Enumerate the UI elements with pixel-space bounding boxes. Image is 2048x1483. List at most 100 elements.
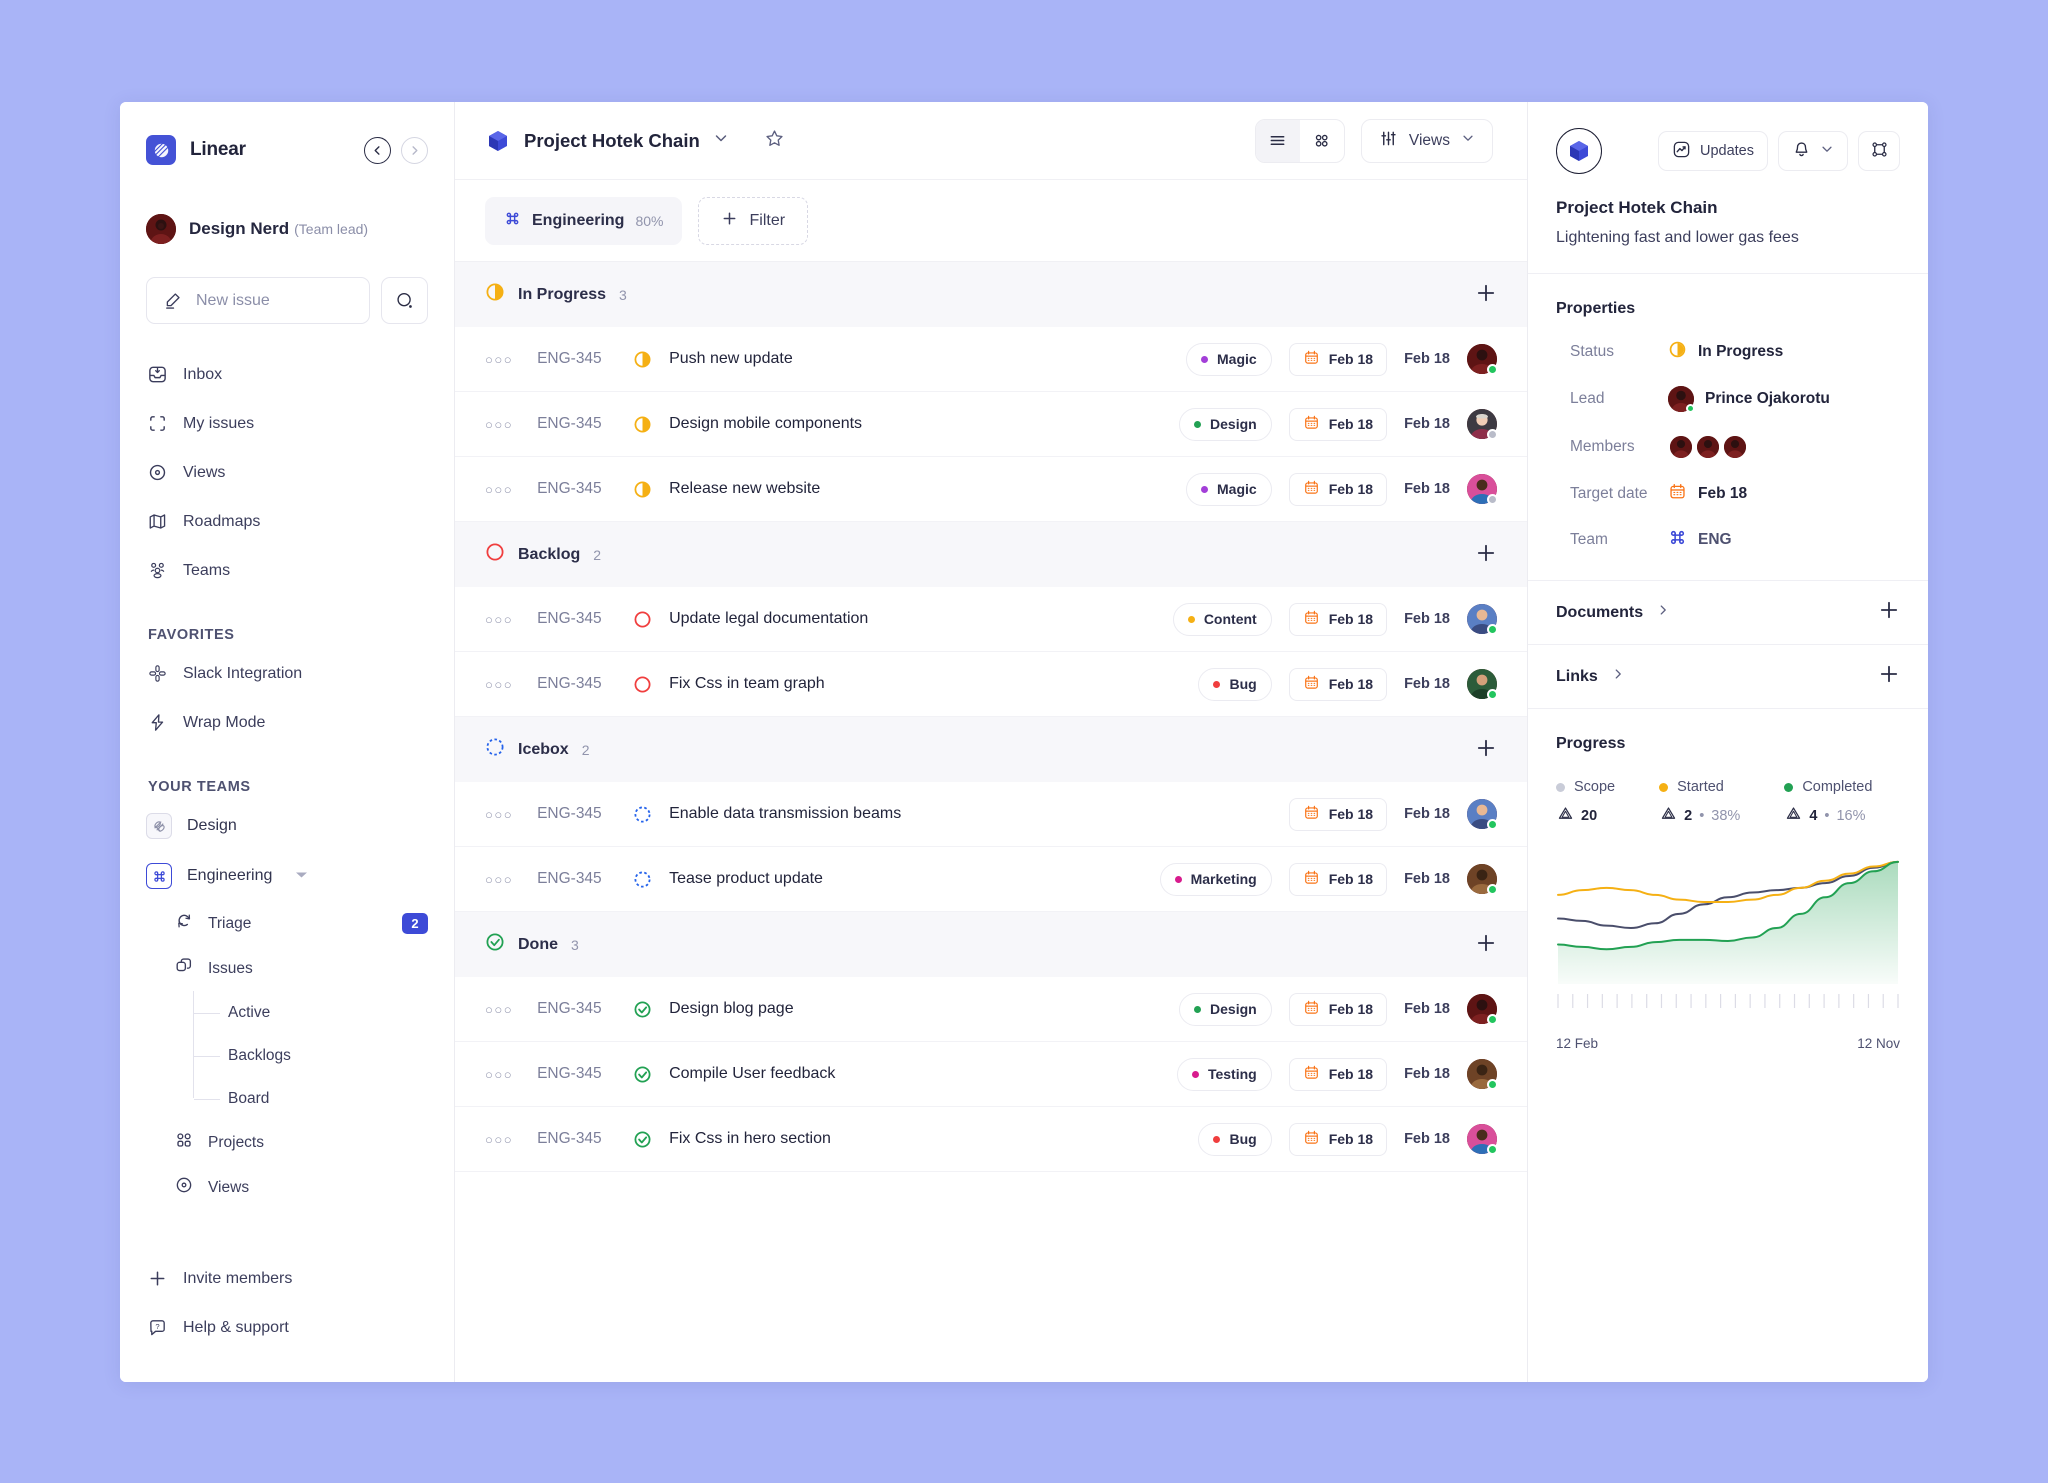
sidebar-item-teams[interactable]: Teams xyxy=(146,546,428,595)
list-view-icon[interactable] xyxy=(1255,119,1300,162)
issue-label-tag[interactable]: Testing xyxy=(1176,1057,1272,1091)
sidebar-item-triage[interactable]: Triage 2 xyxy=(146,901,428,946)
sidebar-item-roadmaps[interactable]: Roadmaps xyxy=(146,497,428,546)
property-value-target-date[interactable]: Feb 18 xyxy=(1668,482,1747,506)
property-value-team[interactable]: ENG xyxy=(1668,528,1732,552)
table-row[interactable]: ○○○ ENG-345 Fix Css in team graph Bug Feb 18… xyxy=(455,652,1527,717)
drag-handle-icon[interactable]: ○○○ xyxy=(485,612,513,627)
nav-back-button[interactable] xyxy=(364,136,391,164)
add-issue-button[interactable] xyxy=(1475,542,1497,568)
table-row[interactable]: ○○○ ENG-345 Design blog page Design Feb 18 Fe… xyxy=(455,977,1527,1042)
drag-handle-icon[interactable]: ○○○ xyxy=(485,807,513,822)
avatar[interactable] xyxy=(1467,1124,1498,1155)
issue-status-icon[interactable] xyxy=(631,1065,653,1084)
avatar[interactable] xyxy=(1467,994,1498,1025)
issue-date-chip[interactable]: Feb 18 xyxy=(1288,797,1388,831)
issue-status-icon[interactable] xyxy=(631,805,653,824)
drag-handle-icon[interactable]: ○○○ xyxy=(485,677,513,692)
issue-label-tag[interactable]: Content xyxy=(1172,602,1272,636)
sidebar-item-engineering-team[interactable]: Engineering xyxy=(146,851,428,901)
issue-group-header[interactable]: Icebox 2 xyxy=(455,717,1527,782)
issue-label-tag[interactable]: Design xyxy=(1179,992,1272,1026)
new-issue-button[interactable]: New issue xyxy=(146,277,370,324)
table-row[interactable]: ○○○ ENG-345 Compile User feedback Testing Fe… xyxy=(455,1042,1527,1107)
drag-handle-icon[interactable]: ○○○ xyxy=(485,1067,513,1082)
team-filter-chip[interactable]: Engineering 80% xyxy=(485,196,683,245)
issue-label-tag[interactable]: Magic xyxy=(1186,472,1272,506)
property-value-lead[interactable]: Prince Ojakorotu xyxy=(1668,386,1830,413)
drag-handle-icon[interactable]: ○○○ xyxy=(485,352,513,367)
issue-date-chip[interactable]: Feb 18 xyxy=(1288,602,1388,636)
issue-status-icon[interactable] xyxy=(631,675,653,694)
project-title-group[interactable]: Project Hotek Chain xyxy=(485,128,785,154)
sidebar-item-help-support[interactable]: ? Help & support xyxy=(146,1303,428,1352)
table-row[interactable]: ○○○ ENG-345 Fix Css in hero section Bug Feb … xyxy=(455,1107,1527,1172)
links-row[interactable]: Links xyxy=(1528,645,1928,709)
sidebar-item-team-views[interactable]: Views xyxy=(146,1165,428,1210)
grid-view-icon[interactable] xyxy=(1300,120,1344,162)
frame-button[interactable] xyxy=(1858,131,1900,171)
documents-row[interactable]: Documents xyxy=(1528,581,1928,645)
avatar-stack-icon[interactable] xyxy=(1668,434,1748,460)
table-row[interactable]: ○○○ ENG-345 Release new website Magic Feb 18… xyxy=(455,457,1527,522)
issue-label-tag[interactable]: Magic xyxy=(1186,342,1272,376)
issue-status-icon[interactable] xyxy=(631,480,653,499)
sidebar-item-inbox[interactable]: Inbox xyxy=(146,350,428,399)
sidebar-item-issues[interactable]: Issues xyxy=(146,946,428,991)
issue-status-icon[interactable] xyxy=(631,415,653,434)
current-user[interactable]: Design Nerd (Team lead) xyxy=(146,214,428,244)
add-issue-button[interactable] xyxy=(1475,932,1497,958)
sidebar-item-backlogs[interactable]: Backlogs xyxy=(194,1034,428,1077)
add-issue-button[interactable] xyxy=(1475,737,1497,763)
star-icon[interactable] xyxy=(764,128,785,154)
avatar[interactable] xyxy=(1467,799,1498,830)
avatar[interactable] xyxy=(1467,669,1498,700)
sidebar-item-my-issues[interactable]: My issues xyxy=(146,399,428,448)
table-row[interactable]: ○○○ ENG-345 Tease product update Marketing F… xyxy=(455,847,1527,912)
sidebar-item-wrap-mode[interactable]: Wrap Mode xyxy=(146,698,428,747)
issue-status-icon[interactable] xyxy=(631,870,653,889)
sidebar-item-board[interactable]: Board xyxy=(194,1077,428,1120)
property-value-status[interactable]: In Progress xyxy=(1668,340,1783,364)
avatar[interactable] xyxy=(1467,409,1498,440)
avatar[interactable] xyxy=(1467,604,1498,635)
issue-group-header[interactable]: In Progress 3 xyxy=(455,262,1527,327)
issue-date-chip[interactable]: Feb 18 xyxy=(1288,862,1388,896)
issue-status-icon[interactable] xyxy=(631,610,653,629)
drag-handle-icon[interactable]: ○○○ xyxy=(485,482,513,497)
issue-status-icon[interactable] xyxy=(631,1130,653,1149)
issue-group-header[interactable]: Backlog 2 xyxy=(455,522,1527,587)
issue-label-tag[interactable]: Design xyxy=(1179,407,1272,441)
issue-date-chip[interactable]: Feb 18 xyxy=(1288,1122,1388,1156)
sidebar-item-design-team[interactable]: Design xyxy=(146,801,428,851)
add-filter-button[interactable]: Filter xyxy=(698,196,809,245)
issue-label-tag[interactable]: Bug xyxy=(1198,1122,1272,1156)
drag-handle-icon[interactable]: ○○○ xyxy=(485,872,513,887)
issue-date-chip[interactable]: Feb 18 xyxy=(1288,342,1388,376)
issue-group-header[interactable]: Done 3 xyxy=(455,912,1527,977)
table-row[interactable]: ○○○ ENG-345 Push new update Magic Feb 18 Feb … xyxy=(455,327,1527,392)
table-row[interactable]: ○○○ ENG-345 Design mobile components Design… xyxy=(455,392,1527,457)
sidebar-item-slack-integration[interactable]: Slack Integration xyxy=(146,649,428,698)
issue-date-chip[interactable]: Feb 18 xyxy=(1288,667,1388,701)
issue-date-chip[interactable]: Feb 18 xyxy=(1288,407,1388,441)
issue-status-icon[interactable] xyxy=(631,350,653,369)
issue-date-chip[interactable]: Feb 18 xyxy=(1288,992,1388,1026)
add-document-button[interactable] xyxy=(1878,599,1900,626)
avatar[interactable] xyxy=(1467,474,1498,505)
chevron-down-icon[interactable] xyxy=(294,867,309,885)
views-button[interactable]: Views xyxy=(1360,118,1493,163)
avatar[interactable] xyxy=(1467,864,1498,895)
issue-label-tag[interactable]: Marketing xyxy=(1159,862,1272,896)
nav-forward-button[interactable] xyxy=(401,136,428,164)
drag-handle-icon[interactable]: ○○○ xyxy=(485,417,513,432)
search-button[interactable] xyxy=(381,277,428,324)
avatar[interactable] xyxy=(1467,1059,1498,1090)
issue-status-icon[interactable] xyxy=(631,1000,653,1019)
sidebar-item-views[interactable]: Views xyxy=(146,448,428,497)
sidebar-item-active[interactable]: Active xyxy=(194,991,428,1034)
table-row[interactable]: ○○○ ENG-345 Enable data transmission beams… xyxy=(455,782,1527,847)
issue-label-tag[interactable]: Bug xyxy=(1198,667,1272,701)
chevron-down-icon[interactable] xyxy=(713,130,729,151)
updates-button[interactable]: Updates xyxy=(1657,131,1768,171)
